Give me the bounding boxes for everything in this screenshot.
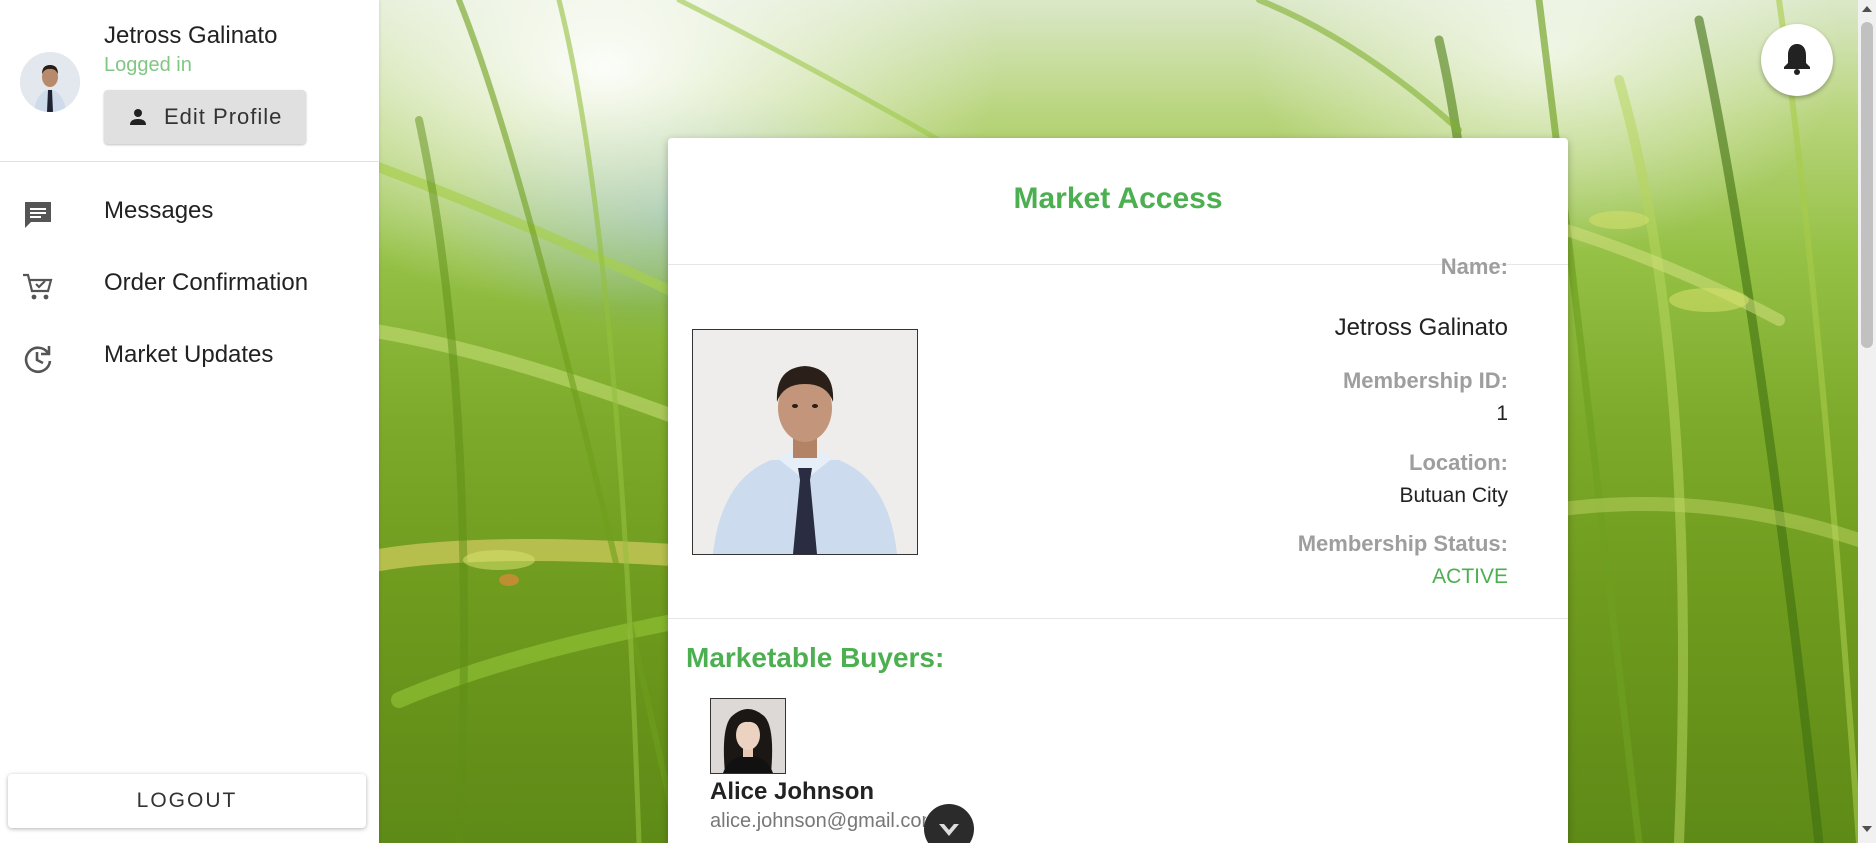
nav-item-messages[interactable]: Messages [0, 175, 379, 247]
edit-profile-label: Edit Profile [164, 104, 283, 129]
membership-id-label: Membership ID: [1342, 368, 1508, 393]
market-access-card: Market Access Name: Jetross Galinato Mem… [668, 138, 1568, 843]
membership-status-label: Membership Status: [1297, 531, 1508, 556]
page-scrollbar[interactable] [1858, 0, 1876, 843]
cart-icon [22, 271, 54, 303]
name-label: Name: [1440, 254, 1508, 279]
buyer-name: Alice Johnson [710, 778, 875, 805]
membership-id-value: 1 [1496, 402, 1508, 425]
nav-label-order-confirmation: Order Confirmation [104, 269, 309, 296]
page-title: Market Access [1013, 182, 1223, 215]
nav-label-market-updates: Market Updates [104, 341, 274, 368]
person-icon [126, 105, 150, 129]
nav-item-market-updates[interactable]: Market Updates [0, 319, 379, 391]
scroll-up-arrow[interactable] [1862, 6, 1872, 12]
buyer-photo[interactable] [710, 698, 786, 774]
edit-profile-button[interactable]: Edit Profile [104, 90, 306, 144]
message-icon [22, 199, 54, 231]
login-status: Logged in [104, 54, 192, 76]
logout-button[interactable]: LOGOUT [8, 774, 366, 828]
user-name: Jetross Galinato [104, 22, 278, 49]
location-label: Location: [1409, 450, 1508, 475]
scroll-down-arrow[interactable] [1862, 826, 1872, 832]
nav-item-order-confirmation[interactable]: Order Confirmation [0, 247, 379, 319]
divider [668, 264, 1568, 265]
chevron-down-icon [934, 804, 964, 843]
divider [668, 618, 1568, 619]
sidebar: Jetross Galinato Logged in Edit Profile … [0, 0, 379, 843]
profile-header: Jetross Galinato Logged in Edit Profile [0, 0, 379, 162]
avatar[interactable] [20, 52, 80, 112]
location-value: Butuan City [1399, 484, 1508, 507]
buyer-email: alice.johnson@gmail.com [710, 810, 926, 832]
profile-photo [692, 329, 918, 555]
update-icon [22, 343, 54, 375]
nav-label-messages: Messages [104, 197, 214, 224]
status-badge: ACTIVE [1432, 565, 1508, 588]
name-value: Jetross Galinato [1334, 314, 1508, 341]
scroll-thumb[interactable] [1861, 22, 1873, 348]
profile-details: Name: [1441, 254, 1508, 280]
notification-button[interactable] [1761, 24, 1833, 96]
buyers-section-title: Marketable Buyers: [686, 642, 945, 673]
bell-icon [1782, 41, 1812, 80]
